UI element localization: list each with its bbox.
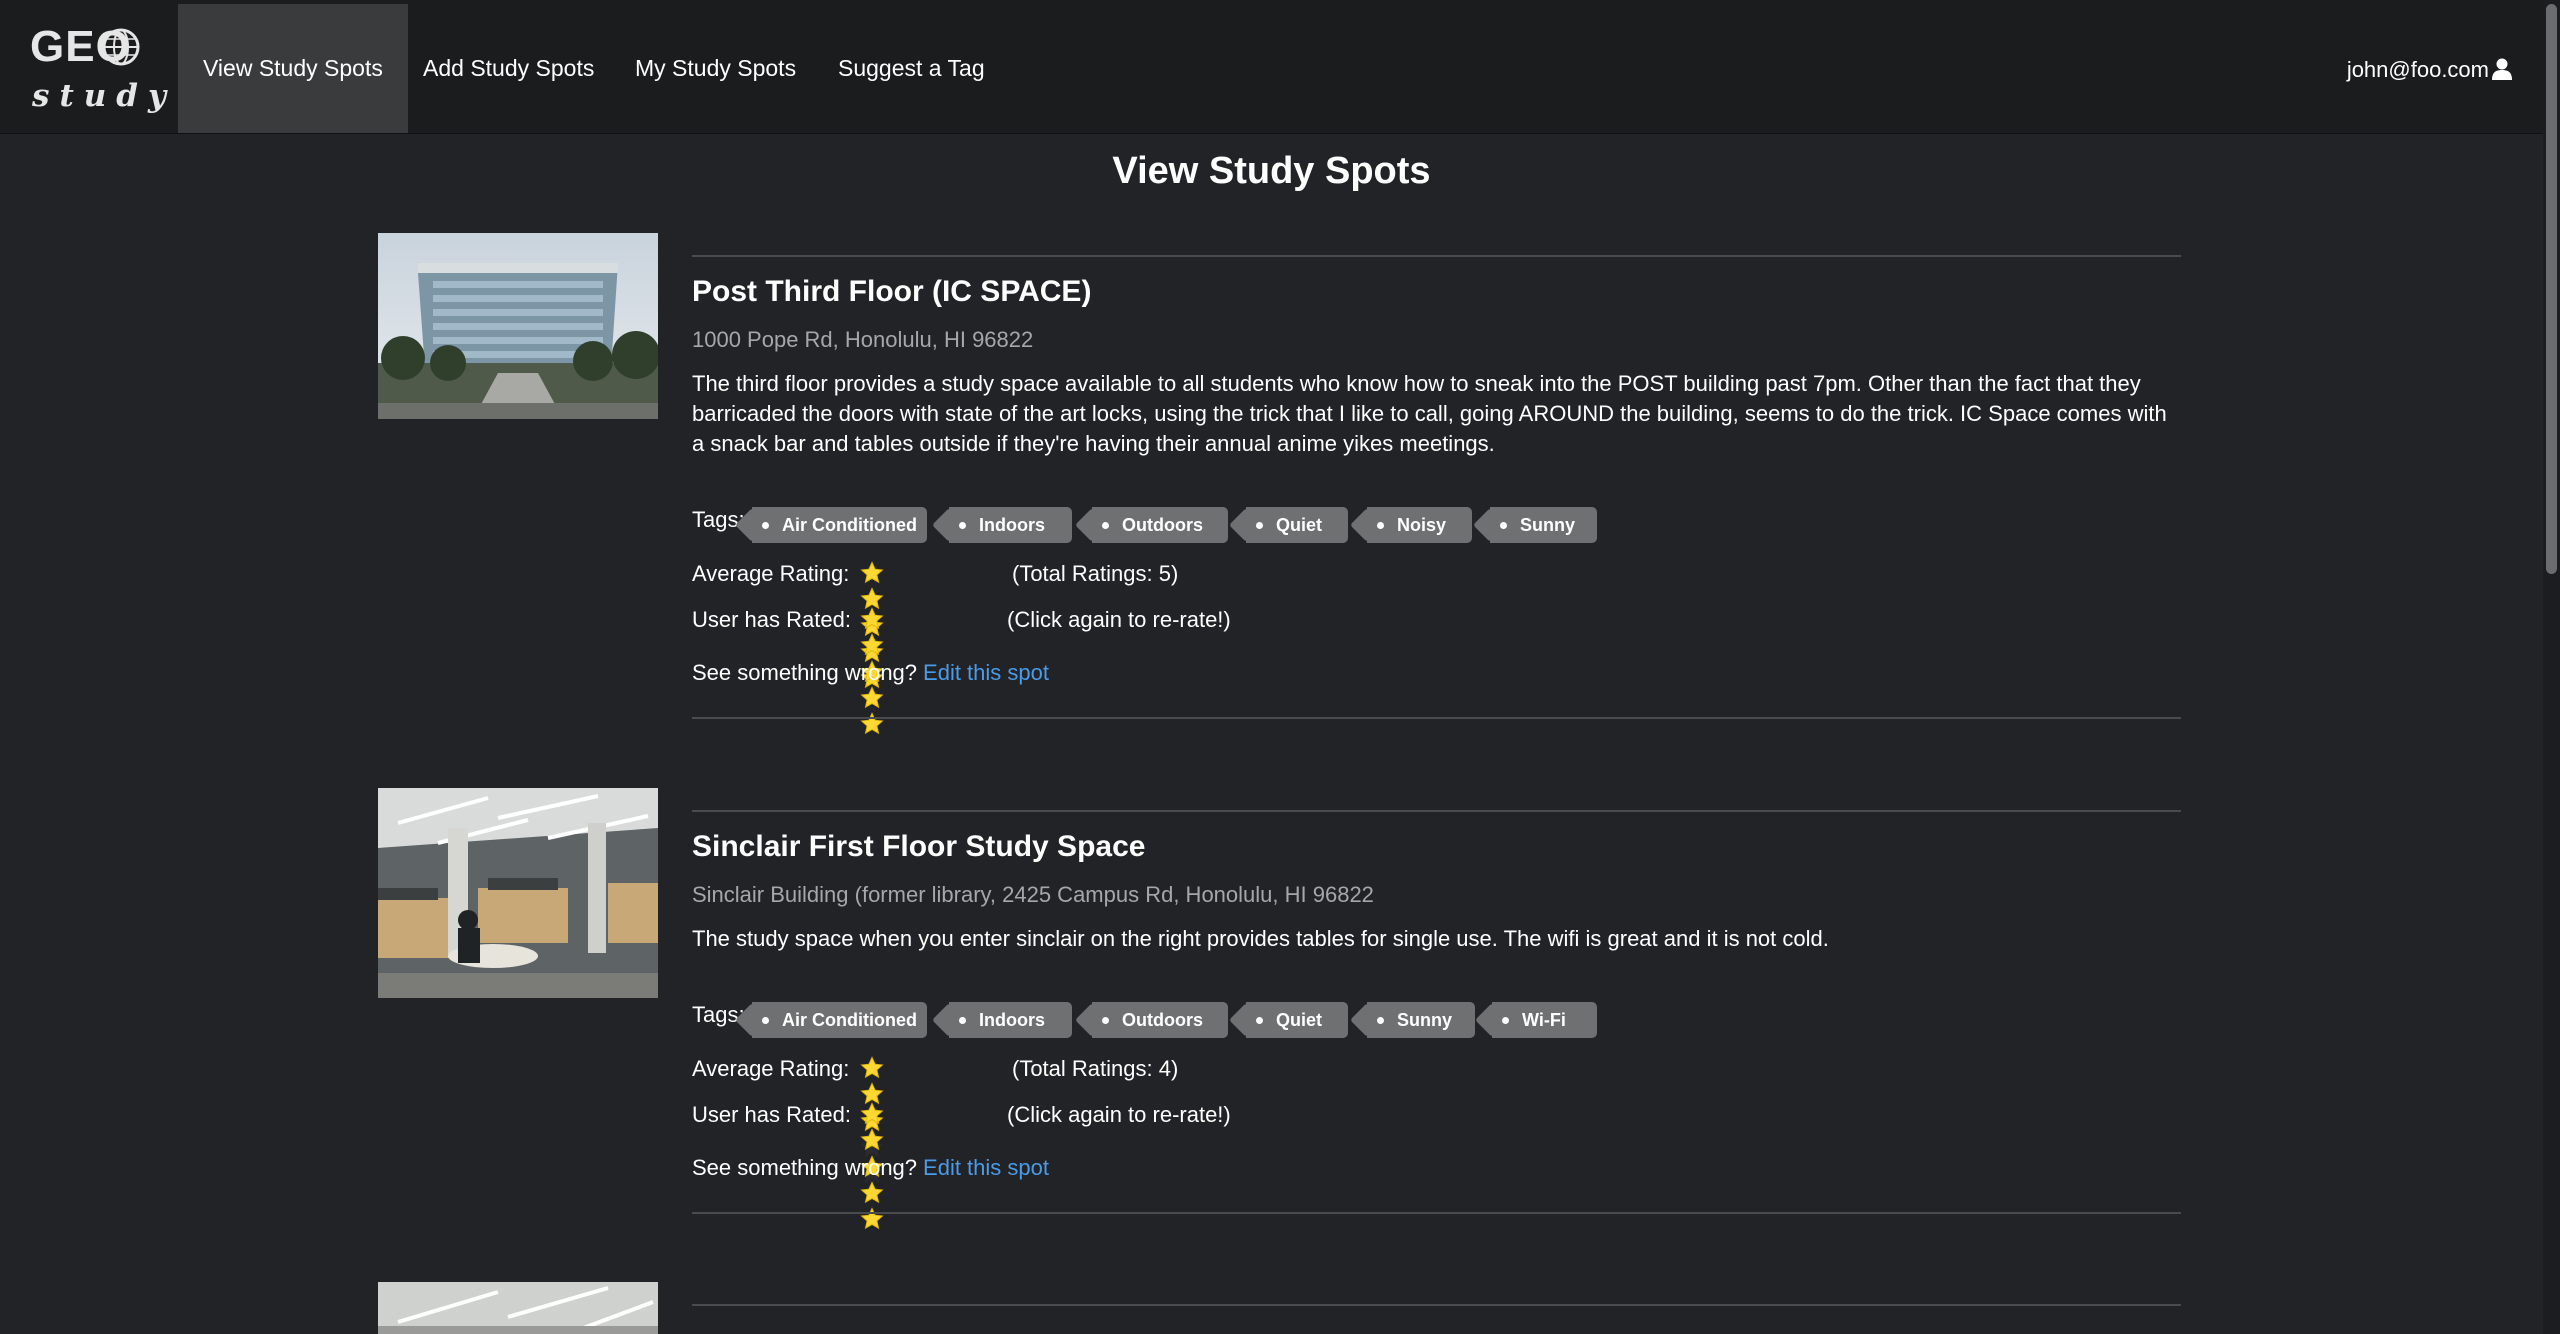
spot-photo-post-building [378,233,658,419]
user-menu[interactable]: john@foo.com [2347,0,2513,133]
divider [692,810,2181,812]
report-row: See something wrong? Edit this spot [692,1155,1049,1181]
spot-description: The third floor provides a study space a… [692,371,2167,456]
average-rating-label: Average Rating: [692,1056,850,1081]
average-rating-label: Average Rating: [692,561,850,586]
tags-label: Tags: [692,1002,745,1027]
star-filled-icon[interactable] [860,1128,884,1152]
star-filled-icon[interactable] [860,633,884,657]
geostudy-logo[interactable]: GEO study [30,22,166,114]
edit-spot-link[interactable]: Edit this spot [923,1155,1049,1180]
edit-spot-link[interactable]: Edit this spot [923,660,1049,685]
total-ratings: (Total Ratings: 4) [1012,1056,1179,1081]
page-scrollbar[interactable] [2543,0,2560,1334]
spot-photo-sinclair-interior [378,788,658,998]
tags-label: Tags: [692,507,745,532]
tag-quiet[interactable]: Quiet [1246,1002,1348,1038]
star-filled-icon [860,1056,884,1079]
star-filled-icon[interactable] [860,1102,884,1126]
tag-sunny[interactable]: Sunny [1490,507,1597,543]
tag-outdoors[interactable]: Outdoors [1092,1002,1228,1038]
nav-my-study-spots[interactable]: My Study Spots [610,4,821,133]
spot-name: Sinclair First Floor Study Space [692,830,1146,863]
spot-photo-partial [378,1282,658,1334]
total-ratings: (Total Ratings: 5) [1012,561,1179,586]
divider [692,1304,2181,1306]
spot-address: Sinclair Building (former library, 2425 … [692,882,1374,907]
divider [692,255,2181,257]
star-filled-icon[interactable] [860,1207,884,1231]
page-title: View Study Spots [1112,150,1431,192]
logo-study-text: study [32,78,176,114]
report-row: See something wrong? Edit this spot [692,660,1049,686]
nav-add-study-spots[interactable]: Add Study Spots [398,4,619,133]
tag-air-conditioned[interactable]: Air Conditioned [752,1002,927,1038]
scrollbar-thumb[interactable] [2546,4,2557,574]
rerate-hint: (Click again to re-rate!) [1007,607,1231,632]
see-wrong-label: See something wrong? [692,660,918,685]
nav-suggest-a-tag[interactable]: Suggest a Tag [813,4,1010,133]
tag-outdoors[interactable]: Outdoors [1092,507,1228,543]
tag-sunny[interactable]: Sunny [1367,1002,1475,1038]
star-filled-icon[interactable] [860,686,884,710]
tag-noisy[interactable]: Noisy [1367,507,1472,543]
divider [692,717,2181,719]
see-wrong-label: See something wrong? [692,1155,918,1180]
tag-wi-fi[interactable]: Wi-Fi [1492,1002,1597,1038]
divider [692,1212,2181,1214]
user-rating-label: User has Rated: [692,1102,851,1127]
star-filled-icon[interactable] [860,607,884,631]
tag-quiet[interactable]: Quiet [1246,507,1348,543]
nav-view-study-spots[interactable]: View Study Spots [178,4,408,133]
globe-icon [102,28,140,71]
tag-indoors[interactable]: Indoors [949,1002,1072,1038]
star-filled-icon[interactable] [860,1181,884,1205]
tag-indoors[interactable]: Indoors [949,507,1072,543]
star-filled-icon [860,561,884,584]
top-navbar: GEO study View Study Spots Add Study Spo… [0,0,2543,134]
spot-description: The study space when you enter sinclair … [692,926,1829,951]
user-rating-label: User has Rated: [692,607,851,632]
star-filled-icon[interactable] [860,712,884,736]
rerate-hint: (Click again to re-rate!) [1007,1102,1231,1127]
spot-address: 1000 Pope Rd, Honolulu, HI 96822 [692,327,1034,352]
spot-name: Post Third Floor (IC SPACE) [692,275,1092,308]
user-email: john@foo.com [2346,57,2489,82]
user-icon [2489,57,2513,82]
tag-air-conditioned[interactable]: Air Conditioned [752,507,927,543]
